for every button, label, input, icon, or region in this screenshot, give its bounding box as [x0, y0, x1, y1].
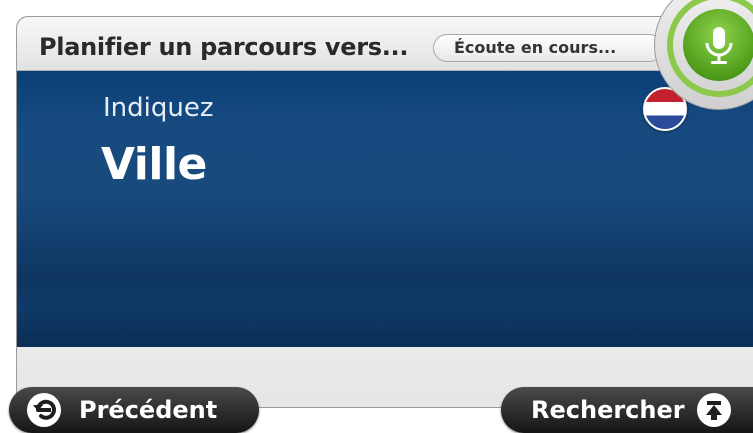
header-bar: Planifier un parcours vers... Écoute en …: [17, 17, 753, 71]
search-button-label: Rechercher: [531, 396, 685, 424]
back-button-label: Précédent: [79, 396, 218, 424]
microphone-icon[interactable]: [683, 9, 753, 81]
keyboard-up-icon: [697, 393, 731, 427]
route-planner-dialog: Planifier un parcours vers... Écoute en …: [9, 16, 753, 433]
back-arrow-icon: [27, 393, 61, 427]
input-prompt-label: Indiquez: [103, 93, 214, 123]
footer-bar: Précédent Rechercher: [9, 347, 753, 433]
page-title: Planifier un parcours vers...: [39, 33, 409, 61]
search-button[interactable]: Rechercher: [501, 387, 753, 433]
back-button[interactable]: Précédent: [9, 387, 259, 433]
listening-status-badge: Écoute en cours...: [433, 34, 663, 62]
requested-field-label: Ville: [101, 139, 207, 190]
voice-input-panel: Indiquez Ville: [17, 71, 753, 347]
